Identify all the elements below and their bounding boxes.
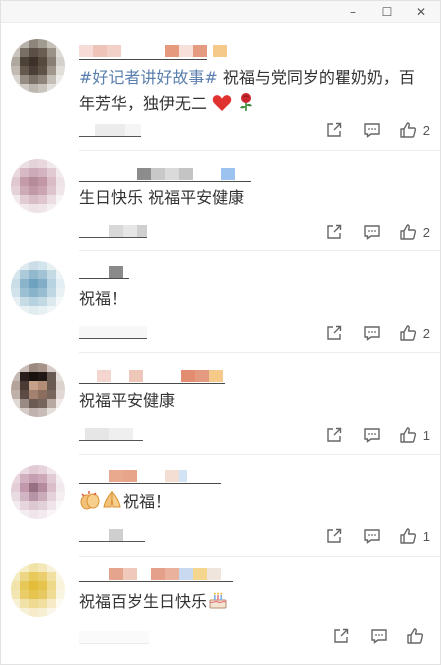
title-bar: – ☐ ✕: [1, 1, 440, 23]
timestamp-redacted: [79, 428, 133, 440]
share-icon: [327, 325, 341, 340]
rose-icon: [237, 92, 255, 120]
username-redacted[interactable]: [79, 265, 123, 279]
pray-icon: [101, 490, 123, 518]
comment-actions: 2: [325, 222, 430, 242]
username-redacted[interactable]: [79, 567, 221, 581]
close-button[interactable]: ✕: [404, 1, 438, 23]
thumbs-up-icon: [407, 628, 424, 644]
like-button[interactable]: 1: [399, 527, 430, 545]
comment-text: #好记者讲好故事# 祝福与党同岁的瞿奶奶，百年芳华，独伊无二: [79, 65, 426, 120]
comment-text: 祝福平安健康: [79, 391, 176, 410]
comment-item: #好记者讲好故事# 祝福与党同岁的瞿奶奶，百年芳华，独伊无二 2: [1, 23, 440, 151]
share-icon: [327, 224, 341, 239]
share-button[interactable]: [332, 627, 350, 645]
like-count: 2: [422, 325, 430, 341]
comment-item: 生日快乐 祝福平安健康 2: [1, 151, 440, 251]
comment-icon: [364, 123, 380, 138]
reply-button[interactable]: [363, 324, 381, 342]
comment-icon: [364, 326, 380, 341]
username-redacted[interactable]: [79, 469, 187, 483]
avatar[interactable]: [11, 465, 65, 519]
share-button[interactable]: [325, 121, 343, 139]
share-button[interactable]: [325, 426, 343, 444]
share-icon: [327, 427, 341, 442]
comment-item: 祝福平安健康 1: [1, 353, 440, 455]
avatar[interactable]: [11, 563, 65, 617]
comment-actions: [332, 626, 430, 646]
comment-text: 祝福百岁生日快乐: [79, 589, 426, 618]
comment-actions: 1: [325, 425, 430, 445]
username-redacted[interactable]: [79, 44, 227, 58]
comment-actions: 2: [325, 120, 430, 140]
reply-button[interactable]: [370, 627, 388, 645]
comment-text: 祝福！: [79, 289, 128, 308]
like-count: 2: [422, 224, 430, 240]
comment-text: 祝福！: [79, 489, 426, 518]
cake-icon: [207, 590, 229, 618]
comment-actions: 1: [325, 526, 430, 546]
like-count: 2: [422, 122, 430, 138]
timestamp-redacted: [79, 529, 123, 541]
comment-icon: [364, 428, 380, 443]
clap-icon: [79, 490, 101, 518]
avatar[interactable]: [11, 261, 65, 315]
thumbs-up-icon: [400, 528, 416, 544]
avatar[interactable]: [11, 363, 65, 417]
hashtag-link[interactable]: #好记者讲好故事#: [79, 68, 218, 87]
share-button[interactable]: [325, 527, 343, 545]
comment-actions: 2: [325, 323, 430, 343]
thumbs-up-icon: [400, 122, 416, 138]
maximize-button[interactable]: ☐: [370, 1, 404, 23]
reply-button[interactable]: [363, 527, 381, 545]
like-button[interactable]: 2: [399, 223, 430, 241]
comment-item: 祝福百岁生日快乐: [1, 557, 440, 665]
comment-icon: [364, 225, 380, 240]
minimize-button[interactable]: –: [336, 1, 370, 23]
thumbs-up-icon: [400, 427, 416, 443]
comment-window: – ☐ ✕ #好记者讲好故事# 祝福与党同岁的瞿奶奶，百年芳华，独伊无二 2 生…: [0, 0, 441, 665]
reply-button[interactable]: [363, 121, 381, 139]
share-button[interactable]: [325, 223, 343, 241]
username-redacted[interactable]: [79, 369, 223, 383]
like-button[interactable]: [406, 627, 430, 645]
avatar[interactable]: [11, 39, 65, 93]
like-button[interactable]: 2: [399, 324, 430, 342]
thumbs-up-icon: [400, 325, 416, 341]
timestamp-redacted: [79, 631, 149, 643]
share-icon: [334, 628, 349, 643]
comment-item: 祝福！ 1: [1, 455, 440, 557]
timestamp-redacted: [79, 225, 147, 237]
like-button[interactable]: 1: [399, 426, 430, 444]
comment-text: 生日快乐 祝福平安健康: [79, 188, 245, 207]
comment-icon: [364, 529, 380, 544]
share-icon: [327, 528, 341, 543]
comment-item: 祝福！ 2: [1, 251, 440, 353]
comment-icon: [371, 629, 387, 644]
like-count: 1: [422, 528, 430, 544]
like-button[interactable]: 2: [399, 121, 430, 139]
reply-button[interactable]: [363, 223, 381, 241]
timestamp-redacted: [79, 326, 147, 338]
avatar[interactable]: [11, 159, 65, 213]
like-count: 1: [422, 427, 430, 443]
share-button[interactable]: [325, 324, 343, 342]
red-heart-icon: [212, 94, 232, 120]
timestamp-redacted: [79, 124, 141, 136]
thumbs-up-icon: [400, 224, 416, 240]
reply-button[interactable]: [363, 426, 381, 444]
share-icon: [327, 122, 341, 137]
username-redacted[interactable]: [79, 167, 235, 181]
